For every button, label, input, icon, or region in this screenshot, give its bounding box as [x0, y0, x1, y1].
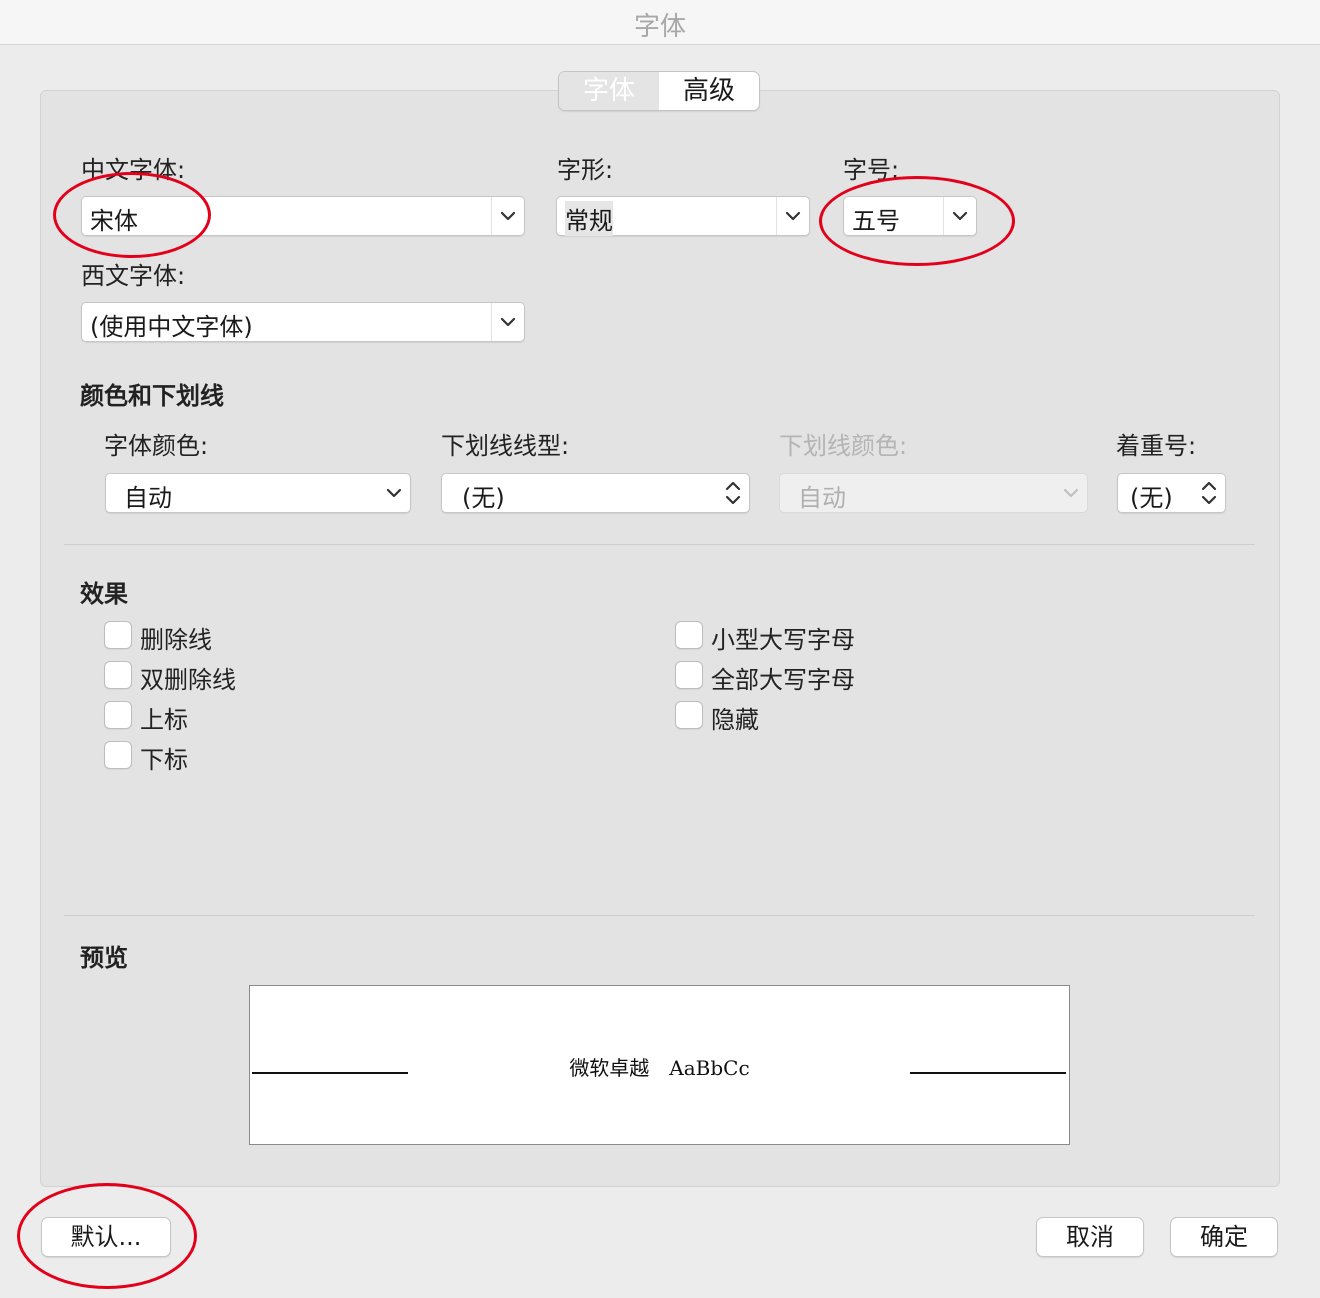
- font-size-value: 五号: [852, 207, 900, 235]
- cancel-button[interactable]: 取消: [1036, 1217, 1144, 1257]
- font-style-value: 常规: [565, 201, 613, 236]
- emphasis-mark-label: 着重号:: [1116, 432, 1197, 460]
- chevron-down-icon: [491, 303, 524, 341]
- western-font-label: 西文字体:: [81, 262, 186, 290]
- ok-button[interactable]: 确定: [1170, 1217, 1278, 1257]
- double-strikethrough-label: 双删除线: [140, 666, 236, 694]
- default-button[interactable]: 默认...: [41, 1217, 171, 1257]
- small-caps-checkbox[interactable]: [675, 621, 703, 649]
- subscript-label: 下标: [140, 746, 188, 774]
- hidden-checkbox[interactable]: [675, 701, 703, 729]
- underline-style-label: 下划线线型:: [441, 432, 570, 460]
- font-color-value: 自动: [124, 484, 172, 512]
- preview-sample-text: 微软卓越 AaBbCc: [569, 1056, 750, 1080]
- chevron-updown-icon: [1193, 474, 1225, 512]
- window-title: 字体: [633, 12, 686, 42]
- chevron-down-icon: [491, 197, 524, 235]
- effects-heading: 效果: [80, 580, 128, 608]
- preview-box: 微软卓越 AaBbCc: [249, 985, 1070, 1145]
- chevron-down-icon: [776, 197, 809, 235]
- preview-heading: 预览: [80, 944, 128, 972]
- font-size-label: 字号:: [843, 156, 900, 184]
- double-strikethrough-checkbox[interactable]: [104, 661, 132, 689]
- emphasis-mark-select[interactable]: (无): [1117, 473, 1226, 513]
- chevron-updown-icon: [717, 474, 749, 512]
- font-size-select[interactable]: 五号: [843, 196, 977, 236]
- underline-color-label: 下划线颜色:: [779, 432, 908, 460]
- color-underline-heading: 颜色和下划线: [80, 382, 224, 410]
- chinese-font-value: 宋体: [90, 207, 138, 235]
- underline-color-select: 自动: [779, 473, 1088, 513]
- underline-style-value: (无): [462, 484, 505, 512]
- font-style-label: 字形:: [557, 156, 614, 184]
- superscript-label: 上标: [140, 706, 188, 734]
- chevron-down-icon: [1055, 474, 1087, 512]
- chinese-font-label: 中文字体:: [81, 156, 186, 184]
- title-bar: 字体: [0, 0, 1320, 45]
- font-color-label: 字体颜色:: [104, 432, 209, 460]
- chevron-down-icon: [943, 197, 976, 235]
- tab-advanced[interactable]: 高级: [659, 72, 759, 110]
- chinese-font-select[interactable]: 宋体: [81, 196, 525, 236]
- font-color-select[interactable]: 自动: [105, 473, 411, 513]
- emphasis-mark-value: (无): [1130, 484, 1173, 512]
- western-font-select[interactable]: (使用中文字体): [81, 302, 525, 342]
- hidden-label: 隐藏: [711, 706, 759, 734]
- western-font-value: (使用中文字体): [90, 313, 253, 341]
- font-style-select[interactable]: 常规: [556, 196, 810, 236]
- all-caps-label: 全部大写字母: [711, 666, 855, 694]
- section-divider: [64, 915, 1255, 916]
- tab-font[interactable]: 字体: [559, 72, 659, 110]
- tab-bar: 字体 高级: [558, 71, 760, 111]
- strikethrough-checkbox[interactable]: [104, 621, 132, 649]
- underline-color-value: 自动: [798, 484, 846, 512]
- all-caps-checkbox[interactable]: [675, 661, 703, 689]
- small-caps-label: 小型大写字母: [711, 626, 855, 654]
- subscript-checkbox[interactable]: [104, 741, 132, 769]
- strikethrough-label: 删除线: [140, 626, 212, 654]
- superscript-checkbox[interactable]: [104, 701, 132, 729]
- chevron-down-icon: [378, 474, 410, 512]
- section-divider: [64, 544, 1255, 545]
- underline-style-select[interactable]: (无): [441, 473, 750, 513]
